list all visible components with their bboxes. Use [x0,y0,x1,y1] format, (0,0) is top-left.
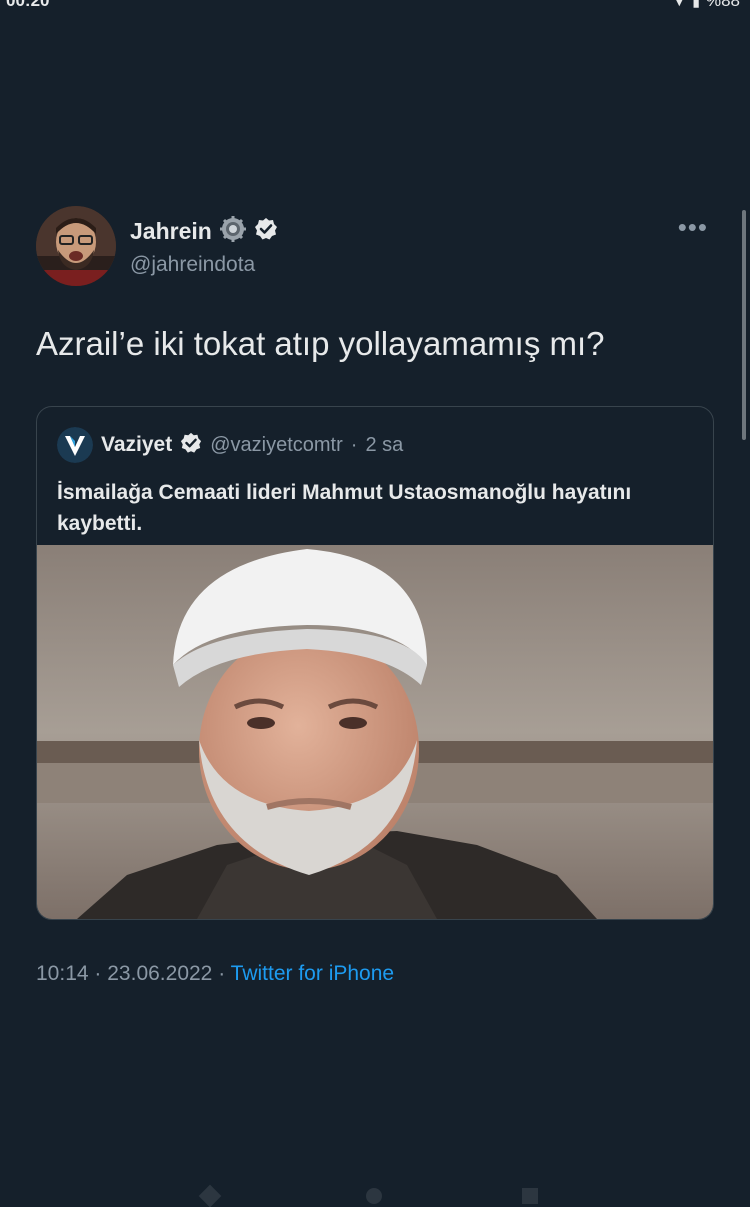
quoted-age: 2 sa [365,433,404,456]
navigation-bar [0,1180,750,1207]
quoted-tweet-text: İsmailağa Cemaati lideri Mahmut Ustaosma… [57,481,632,535]
tweet-meta: 10:14 · 23.06.2022 · Twitter for iPhone [36,962,394,986]
author-names: Jahrein @jahreindota [130,216,278,277]
gear-badge-icon [219,216,246,247]
author-handle[interactable]: @jahreindota [130,253,278,277]
more-options-icon[interactable]: ••• [678,214,708,240]
tweet-time: 10:14 [36,962,89,985]
nav-back-icon[interactable] [198,1184,222,1207]
status-indicators: ▼ ▮ %88 [672,0,740,11]
vaziyet-logo-icon [57,427,93,463]
author-avatar[interactable] [36,206,116,286]
scrollbar[interactable] [742,210,746,440]
tweet-date: 23.06.2022 [107,962,213,985]
quoted-tweet-photo[interactable] [37,545,713,919]
tweet-header: Jahrein @jahreindota ••• [36,206,716,288]
status-bar: 00:20 ▼ ▮ %88 [0,0,750,14]
status-time: 00:20 [6,0,50,10]
nav-recents-icon[interactable] [522,1188,538,1204]
meta-separator: · [94,962,102,985]
author-avatar-image [36,206,116,286]
display-name-row: Jahrein [130,216,278,247]
meta-separator: · [218,962,226,985]
battery-percentage: %88 [705,0,740,10]
quoted-verified-badge-icon [180,432,202,459]
quoted-tweet-card[interactable]: Vaziyet @vaziyetcomtr · 2 sa İsmailağa C… [36,406,714,920]
verified-badge-icon [254,217,278,246]
wifi-icon: ▼ [672,0,687,9]
quoted-display-name: Vaziyet [101,433,173,456]
author-display-name[interactable]: Jahrein [130,218,212,245]
nav-home-icon[interactable] [366,1188,382,1204]
quoted-separator: · [350,433,358,456]
quoted-handle: @vaziyetcomtr [210,433,343,456]
quoted-tweet-header: Vaziyet @vaziyetcomtr · 2 sa [57,427,403,463]
tweet-source-link[interactable]: Twitter for iPhone [231,962,394,985]
tweet-text: Azrail’e iki tokat atıp yollayamamış mı? [36,325,605,362]
battery-icon: ▮ [692,0,700,9]
